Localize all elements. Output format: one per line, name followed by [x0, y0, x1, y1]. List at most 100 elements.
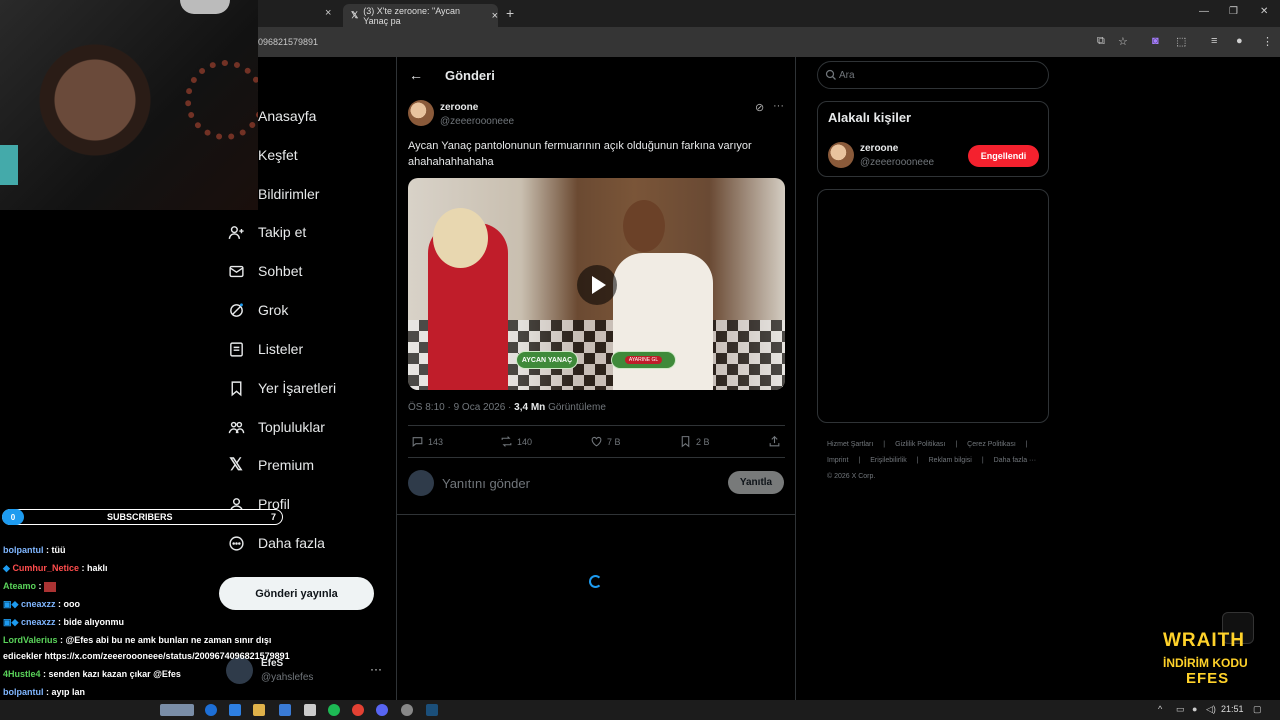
author-handle[interactable]: @zeeeroooneee: [440, 116, 514, 127]
network-icon[interactable]: ▭: [1176, 704, 1185, 715]
divider: [408, 457, 785, 458]
discord-icon[interactable]: [376, 704, 388, 716]
folder-icon[interactable]: [253, 704, 265, 716]
footer-link[interactable]: Çerez Politikası: [967, 441, 1016, 448]
reply-action[interactable]: 143: [411, 435, 443, 448]
divider: [408, 425, 785, 426]
footer-link[interactable]: Gizlilik Politikası: [895, 441, 945, 448]
chat-message: bolpantul : tüü: [3, 545, 66, 555]
share-action[interactable]: [768, 435, 785, 448]
nav-explore[interactable]: Keşfet: [258, 144, 298, 166]
menu-icon[interactable]: ⋮: [1262, 35, 1273, 48]
nav-chat[interactable]: Sohbet: [226, 260, 302, 282]
divider: [397, 514, 795, 515]
chat-message: 4Hustle4 : senden kazı kazan çıkar @Efes: [3, 669, 181, 679]
related-avatar[interactable]: [828, 142, 854, 168]
back-arrow-icon[interactable]: ←: [409, 67, 423, 83]
install-icon[interactable]: ⧉: [1097, 35, 1105, 48]
chrome-icon[interactable]: [352, 704, 364, 716]
repost-action[interactable]: 140: [500, 435, 532, 448]
video-label: AYARINE GL: [611, 351, 676, 369]
badge-icon: ◆: [3, 563, 10, 573]
nav-home[interactable]: Anasayfa: [258, 105, 316, 127]
badge-icon: ▣◆: [3, 599, 19, 609]
author-name[interactable]: zeroone: [440, 102, 478, 113]
nav-lists[interactable]: Listeler: [226, 338, 303, 360]
footer-links: Hizmet Şartları | Gizlilik Politikası | Çere…: [827, 437, 1047, 485]
chat-text: : senden kazı kazan çıkar @Efes: [40, 669, 181, 679]
nav-more[interactable]: Daha fazla: [226, 532, 325, 554]
views-label: Görüntüleme: [545, 402, 606, 413]
account-more-icon[interactable]: ···: [370, 662, 382, 676]
account-avatar[interactable]: [226, 657, 253, 684]
steam-icon[interactable]: [426, 704, 438, 716]
nav-notifications[interactable]: Bildirimler: [258, 183, 319, 205]
post-button[interactable]: Gönderi yayınla: [219, 577, 374, 610]
nav-label: Bildirimler: [258, 186, 320, 202]
nav-communities[interactable]: Topluluklar: [226, 416, 325, 438]
author-avatar[interactable]: [408, 100, 434, 126]
brand-title: WRAITH: [1163, 630, 1245, 651]
chat-message: edicekler https://x.com/zeeeroooneee/sta…: [3, 651, 290, 661]
reply-input[interactable]: Yanıtını gönder: [442, 476, 530, 491]
edge-icon[interactable]: [205, 704, 217, 716]
nav-grok[interactable]: Grok: [226, 299, 288, 321]
taskbar-thumbnail[interactable]: [160, 704, 194, 716]
chat-text: : haklı: [78, 563, 108, 573]
nav-bookmarks[interactable]: Yer İşaretleri: [226, 377, 336, 399]
more-icon[interactable]: ···: [773, 100, 784, 112]
footer-link[interactable]: Hizmet Şartları: [827, 441, 873, 448]
nav-follow[interactable]: Takip et: [226, 221, 306, 243]
tray-expand-icon[interactable]: ^: [1158, 704, 1162, 714]
volume-icon[interactable]: ◁): [1206, 704, 1216, 715]
close-tab-icon[interactable]: ×: [325, 7, 331, 19]
spotify-icon[interactable]: [328, 704, 340, 716]
video-label: AYCAN YANAÇ: [516, 351, 578, 369]
app-icon[interactable]: [279, 704, 291, 716]
app-icon[interactable]: [229, 704, 241, 716]
extension-icon[interactable]: ◙: [1152, 35, 1159, 47]
minimize-button[interactable]: —: [1199, 6, 1209, 17]
nav-premium[interactable]: 𝕏 Premium: [226, 454, 314, 476]
mic-icon[interactable]: ●: [1192, 704, 1197, 714]
related-name[interactable]: zeroone: [860, 143, 898, 154]
app-icon[interactable]: [401, 704, 413, 716]
close-window-button[interactable]: ✕: [1260, 6, 1268, 17]
footer-sep: |: [858, 457, 861, 464]
footer-sep: |: [883, 441, 886, 448]
notification-icon[interactable]: ▢: [1253, 704, 1262, 715]
maximize-button[interactable]: ❐: [1229, 6, 1238, 17]
footer-link[interactable]: Imprint: [827, 457, 848, 464]
bookmark-star-icon[interactable]: ☆: [1118, 35, 1128, 48]
like-action[interactable]: 7 B: [590, 435, 621, 448]
reply-button[interactable]: Yanıtla: [728, 471, 784, 494]
loading-spinner-icon: [589, 575, 602, 588]
blocked-button[interactable]: Engellendi: [968, 145, 1039, 167]
webcam-overlay: [0, 0, 258, 210]
close-tab-icon[interactable]: ×: [492, 10, 498, 22]
tweet-meta: ÖS 8:10 · 9 Oca 2026 · 3,4 Mn Görüntülem…: [408, 402, 606, 413]
new-tab-button[interactable]: +: [506, 5, 514, 21]
repost-icon: [501, 436, 512, 447]
media-icon[interactable]: ≡: [1211, 35, 1217, 47]
profile-icon[interactable]: ●: [1236, 35, 1243, 47]
grok-icon[interactable]: ⊘: [755, 101, 764, 114]
play-icon[interactable]: [577, 265, 617, 305]
active-tab[interactable]: 𝕏 (3) X'te zeroone: "Aycan Yanaç pa ×: [343, 4, 498, 27]
footer-sep: |: [981, 457, 984, 464]
bookmark-action[interactable]: 2 B: [679, 435, 710, 448]
app-icon[interactable]: [304, 704, 316, 716]
nav-label: Anasayfa: [258, 108, 317, 124]
footer-link[interactable]: Erişilebilirlik: [870, 457, 907, 464]
puzzle-icon[interactable]: ⬚: [1176, 35, 1186, 48]
chat-user: Cumhur_Netice: [12, 563, 79, 573]
like-count: 7 B: [607, 436, 621, 447]
url-text[interactable]: 096821579891: [258, 37, 318, 47]
related-handle[interactable]: @zeeeroooneee: [860, 157, 934, 168]
footer-link[interactable]: Reklam bilgisi: [929, 457, 972, 464]
view-count: 3,4 Mn: [514, 402, 546, 413]
footer-link[interactable]: Daha fazla ···: [994, 457, 1036, 464]
tweet-video[interactable]: AYCAN YANAÇ AYARINE GL: [408, 178, 785, 390]
list-icon: [226, 339, 246, 359]
search-placeholder: Ara: [839, 70, 855, 81]
